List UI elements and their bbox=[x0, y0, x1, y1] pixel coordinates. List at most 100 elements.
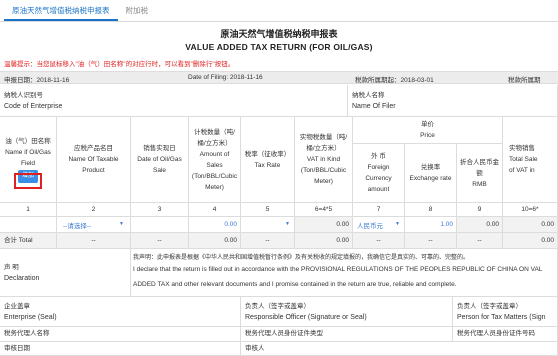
tax-rate-select[interactable]: ▼ bbox=[241, 217, 295, 233]
total-cell: -- bbox=[353, 233, 405, 249]
col-amount-sales-cn2: 桶/立方米） bbox=[197, 139, 232, 147]
agent-name-label: 税务代理人名称 bbox=[0, 327, 241, 342]
tax-person-cn: 负责人（签字或盖章） bbox=[457, 303, 522, 310]
col-foreign-currency-en3: amount bbox=[367, 186, 390, 193]
col-foreign-currency-cn: 外 币 bbox=[371, 153, 386, 160]
col-number: 4 bbox=[189, 203, 241, 217]
col-number: 1 bbox=[0, 203, 57, 217]
col-price-header: 单价 Price bbox=[353, 117, 503, 144]
total-cell: 0.00 bbox=[189, 233, 241, 249]
col-amount-sales-cn: 计税数量（吨/ bbox=[194, 128, 235, 136]
col-vat-kind-header: 实物税数量（吨/ 桶/立方米） VAT in Kind (Ton/BBL/Cub… bbox=[295, 117, 353, 203]
col-rmb-en1: RMB bbox=[472, 180, 487, 188]
col-price-cn: 单价 bbox=[421, 121, 434, 128]
add-button-highlight bbox=[14, 173, 42, 189]
field-name-input[interactable] bbox=[0, 217, 57, 233]
responsible-officer-cell: 负责人（签字或盖章） Responsible Officer (Signatur… bbox=[241, 297, 453, 327]
currency-select[interactable]: 人民币元 ▼ bbox=[353, 217, 405, 233]
page-title-en: VALUE ADDED TAX RETURN (FOR OIL/GAS) bbox=[185, 42, 373, 52]
col-foreign-currency-en2: Currency bbox=[365, 175, 392, 182]
col-vat-kind-en3: Meter) bbox=[314, 178, 333, 185]
col-number: 2 bbox=[57, 203, 131, 217]
chevron-down-icon: ▼ bbox=[395, 221, 400, 227]
total-cell: -- bbox=[457, 233, 503, 249]
total-cell: 0.00 bbox=[295, 233, 353, 249]
vat-kind-value-cell: 0.00 bbox=[295, 217, 353, 233]
col-number: 7 bbox=[353, 203, 405, 217]
col-vat-kind-en2: (Ton/BBL/Cubic bbox=[300, 167, 347, 174]
warning-hint: 温馨提示：当您鼠标移入"油（气）田名称"的对应行时，可以看到"删除行"按钮。 bbox=[4, 61, 235, 68]
tax-person-en: Person for Tax Matters (Sign bbox=[457, 314, 546, 321]
declaration-label-cn: 声 明 bbox=[4, 264, 19, 271]
declaration-label-en: Declaration bbox=[4, 275, 40, 282]
col-exchange-rate-en1: Exchange rate bbox=[409, 175, 452, 182]
period-start: 税款所属期起：2018-03-01 bbox=[355, 77, 434, 84]
col-rmb-header: 折合人民币金额 RMB bbox=[457, 144, 503, 203]
date-of-filing: Date of Filing: 2018-11-16 bbox=[188, 74, 263, 81]
col-number: 5 bbox=[241, 203, 295, 217]
col-taxable-product-cn: 应税产品名目 bbox=[74, 145, 113, 152]
exchange-rate-value: 1.00 bbox=[440, 221, 453, 228]
product-select[interactable]: --请选择-- ▼ bbox=[57, 217, 131, 233]
col-field-name-en2: Field bbox=[20, 160, 36, 167]
col-vat-kind-cn: 实物税数量（吨/ bbox=[299, 134, 348, 141]
currency-select-value: 人民币元 bbox=[357, 223, 383, 230]
filer-name-label-cn: 纳税人名称 bbox=[352, 92, 385, 99]
total-sale-value-cell: 0.00 bbox=[503, 217, 558, 233]
col-taxable-product-header: 应税产品名目 Name Of Taxable Product bbox=[57, 117, 131, 203]
total-cell: -- bbox=[57, 233, 131, 249]
enterprise-id-label-en: Code of Enterprise bbox=[4, 103, 63, 110]
col-sale-date-header: 销售实现日 Date of Oil/Gas Sale bbox=[131, 117, 189, 203]
col-amount-sales-en1: Amount of bbox=[199, 150, 230, 158]
tax-person-cell: 负责人（签字或盖章） Person for Tax Matters (Sign bbox=[453, 297, 558, 327]
col-number: 3 bbox=[131, 203, 189, 217]
agent-id-no-label: 税务代理人员身份证件号码 bbox=[453, 327, 558, 342]
filer-name-label-en: Name Of Filer bbox=[352, 103, 396, 110]
col-foreign-currency-en1: Foreign bbox=[367, 164, 390, 171]
col-sale-date-cn: 销售实现日 bbox=[143, 145, 176, 152]
filing-info-bar: 申报日期：2018-11-16 Date of Filing: 2018-11-… bbox=[0, 71, 558, 84]
enterprise-seal-cell: 企业盖章 Enterprise (Seal) bbox=[0, 297, 241, 327]
col-amount-sales-header: 计税数量（吨/ 桶/立方米） Amount of Sales (Ton/BBL/… bbox=[189, 117, 241, 203]
sale-date-input[interactable] bbox=[131, 217, 189, 233]
vat-kind-value: 0.00 bbox=[336, 221, 349, 228]
reviewer-label: 审核人 bbox=[241, 342, 558, 356]
col-price-en: Price bbox=[420, 132, 435, 139]
col-number: 8 bbox=[405, 203, 457, 217]
declaration-label-cell: 声 明 Declaration bbox=[0, 249, 131, 297]
product-select-value: --请选择-- bbox=[63, 223, 92, 230]
col-field-name-en1: Name if Oil/Gas bbox=[5, 149, 51, 156]
enterprise-seal-cn: 企业盖章 bbox=[4, 303, 30, 310]
col-rmb-cn: 折合人民币金额 bbox=[460, 158, 499, 177]
agent-id-type-label: 税务代理人员身份证件类型 bbox=[241, 327, 453, 342]
col-tax-rate-cn: 税率（征收率） bbox=[244, 150, 291, 158]
tab-surtax[interactable]: 附加税 bbox=[118, 1, 157, 21]
col-total-sale-en2: of VAT in bbox=[509, 167, 535, 174]
col-total-sale-cn: 实物销售 bbox=[509, 145, 535, 152]
total-label: 合计 Total bbox=[0, 233, 57, 249]
enterprise-id-label-cn: 纳税人识别号 bbox=[4, 92, 43, 99]
col-total-sale-header: 实物销售 Total Sale of VAT in bbox=[503, 117, 558, 203]
total-sale-value: 0.00 bbox=[541, 221, 554, 228]
col-amount-sales-en2: Sales bbox=[206, 161, 223, 169]
tab-bar: 原油天然气增值税纳税申报表 附加税 bbox=[0, 0, 558, 22]
enterprise-id-cell: 纳税人识别号 Code of Enterprise bbox=[0, 85, 348, 117]
tab-vat-return[interactable]: 原油天然气增值税纳税申报表 bbox=[4, 1, 118, 21]
col-exchange-rate-cn: 兑换率 bbox=[420, 164, 441, 171]
col-field-name-cn: 油（气）田名称 bbox=[5, 138, 51, 145]
col-number: 6=4*5 bbox=[295, 203, 353, 217]
declaration-text-cell: 我声明：此申报表是根据《中华人民共和国增值税暂行条例》及有关税收的规定填报的，我… bbox=[131, 249, 558, 297]
chevron-down-icon: ▼ bbox=[119, 221, 124, 227]
total-cell: -- bbox=[405, 233, 457, 249]
rmb-value: 0.00 bbox=[486, 221, 499, 228]
amount-input[interactable]: 0.00 bbox=[189, 217, 241, 233]
col-amount-sales-en4: Meter) bbox=[205, 183, 224, 191]
col-sale-date-en1: Date of Oil/Gas bbox=[137, 156, 182, 163]
col-number: 9 bbox=[457, 203, 503, 217]
amount-value: 0.00 bbox=[224, 221, 237, 228]
col-total-sale-en1: Total Sale bbox=[509, 156, 538, 163]
exchange-rate-input[interactable]: 1.00 bbox=[405, 217, 457, 233]
filer-name-cell: 纳税人名称 Name Of Filer bbox=[348, 85, 558, 117]
chevron-down-icon: ▼ bbox=[285, 221, 290, 227]
col-amount-sales-en3: (Ton/BBL/Cubic bbox=[191, 172, 238, 180]
